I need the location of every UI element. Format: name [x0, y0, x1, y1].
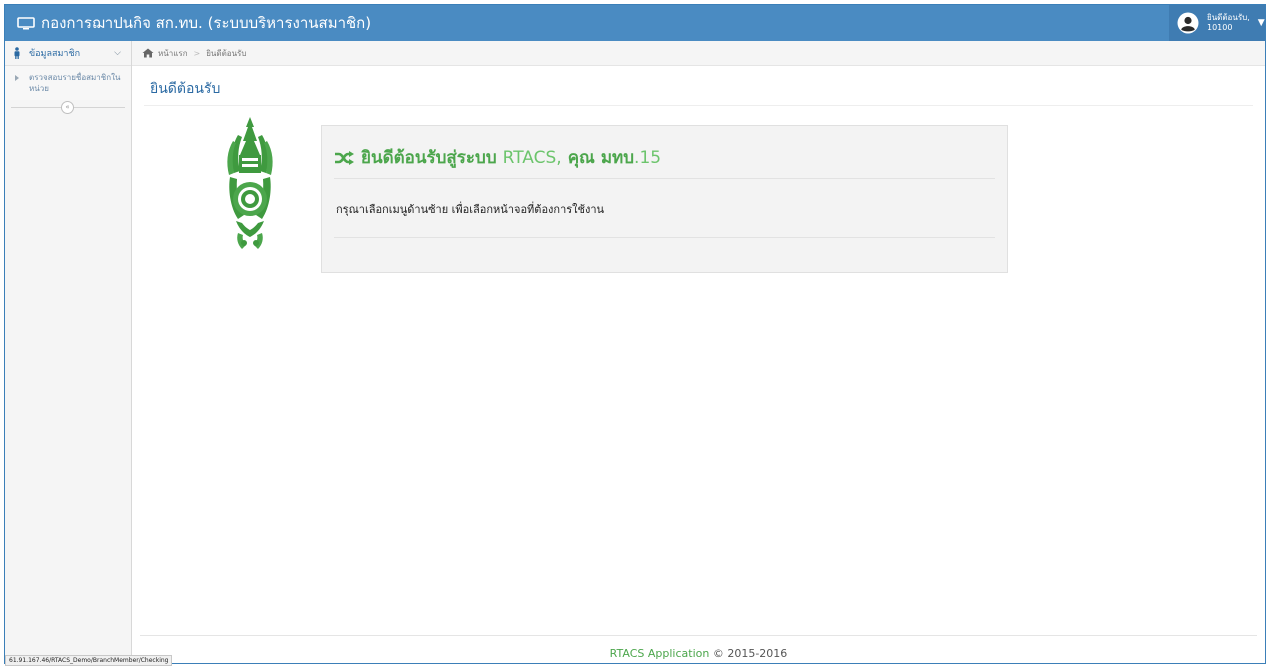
organization-emblem-logo: [227, 117, 273, 249]
breadcrumb-home-link[interactable]: หน้าแรก: [158, 47, 188, 60]
user-avatar-icon: [1177, 12, 1199, 34]
browser-status-url: 61.91.167.46/RTACS_Demo/BranchMember/Che…: [5, 655, 173, 666]
caret-down-icon[interactable]: ▼: [1258, 18, 1265, 28]
top-navbar: กองการฌาปนกิจ สก.ทบ. (ระบบบริหารงานสมาชิ…: [5, 5, 1265, 41]
sidebar-item-label: ตรวจสอบรายชื่อสมาชิกในหน่วย: [29, 73, 121, 93]
title-divider: [144, 105, 1253, 106]
shuffle-icon: [335, 150, 354, 165]
welcome-message: กรุณาเลือกเมนูด้านซ้าย เพื่อเลือกหน้าจอท…: [336, 203, 605, 216]
chevron-down-icon: ⌵: [114, 48, 121, 58]
monitor-icon: [17, 16, 35, 29]
app-brand[interactable]: กองการฌาปนกิจ สก.ทบ. (ระบบบริหารงานสมาชิ…: [17, 5, 371, 41]
user-info: ยินดีต้อนรับ, 10100: [1207, 13, 1250, 33]
welcome-panel: ยินดีต้อนรับสู่ระบบ RTACS, คุณ มทบ .15 ก…: [321, 125, 1008, 273]
caret-right-icon: [15, 75, 19, 81]
footer-copyright: © 2015-2016: [712, 647, 788, 660]
main-content: หน้าแรก > ยินดีต้อนรับ ยินดีต้อนรับ ยินด…: [132, 41, 1265, 663]
breadcrumb-separator: >: [193, 48, 201, 58]
welcome-divider-top: [334, 178, 995, 179]
page-title: ยินดีต้อนรับ: [150, 81, 221, 97]
app-window: กองการฌาปนกิจ สก.ทบ. (ระบบบริหารงานสมาชิ…: [4, 4, 1266, 664]
welcome-prefix: ยินดีต้อนรับสู่ระบบ: [361, 148, 497, 168]
sidebar-collapse-button[interactable]: «: [61, 101, 74, 114]
user-menu[interactable]: ยินดีต้อนรับ, 10100 ▼: [1169, 5, 1265, 41]
sidebar-section-label: ข้อมูลสมาชิก: [29, 49, 81, 59]
sidebar-section-members[interactable]: ข้อมูลสมาชิก ⌵: [5, 41, 131, 66]
footer: RTACS Application © 2015-2016: [132, 647, 1265, 660]
sidebar-item-check-members[interactable]: ตรวจสอบรายชื่อสมาชิกในหน่วย: [5, 66, 131, 100]
footer-divider: [140, 635, 1257, 636]
welcome-user-name: มทบ: [600, 148, 635, 168]
user-id: 10100: [1207, 23, 1233, 32]
app-title: กองการฌาปนกิจ สก.ทบ. (ระบบบริหารงานสมาชิ…: [41, 14, 372, 32]
breadcrumb-current: ยินดีต้อนรับ: [206, 48, 247, 58]
person-icon: [14, 47, 20, 59]
welcome-divider-bottom: [334, 237, 995, 238]
home-icon: [142, 48, 154, 58]
welcome-system-name: RTACS,: [502, 147, 562, 168]
breadcrumb: หน้าแรก > ยินดีต้อนรับ: [132, 41, 1265, 66]
user-greeting: ยินดีต้อนรับ,: [1207, 13, 1250, 22]
footer-app-name: RTACS Application: [609, 647, 710, 660]
welcome-heading: ยินดีต้อนรับสู่ระบบ RTACS, คุณ มทบ .15: [334, 144, 661, 171]
welcome-user-suffix: .15: [634, 147, 662, 168]
sidebar-collapse-row: «: [5, 100, 131, 114]
sidebar: ข้อมูลสมาชิก ⌵ ตรวจสอบรายชื่อสมาชิกในหน่…: [5, 41, 132, 663]
welcome-user-prefix: คุณ: [567, 148, 595, 168]
